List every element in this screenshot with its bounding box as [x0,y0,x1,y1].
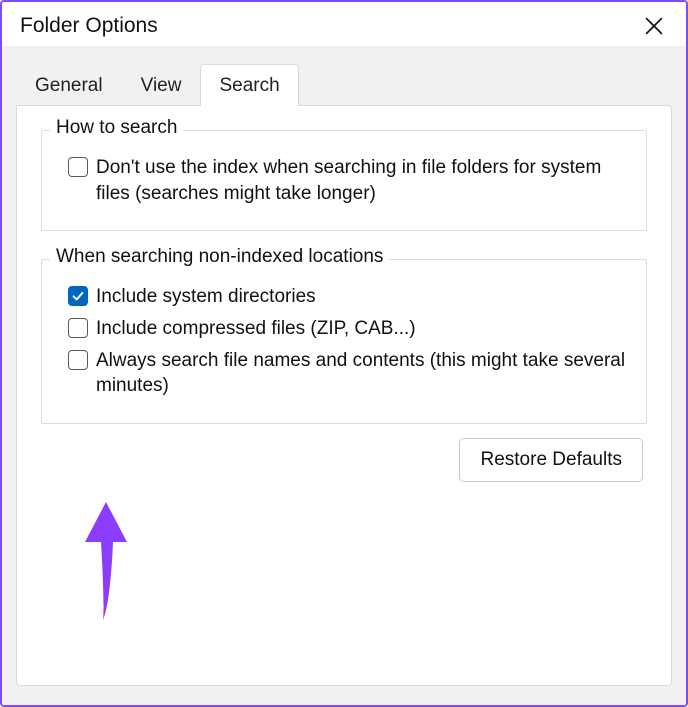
checkbox-contents[interactable] [68,350,88,370]
annotation-arrow [83,502,129,627]
checkbox-compressed[interactable] [68,318,88,338]
arrow-icon [83,502,129,622]
restore-defaults-button[interactable]: Restore Defaults [459,438,643,482]
dialog-title: Folder Options [20,14,158,38]
tab-container: General View Search How to search Don't … [2,46,686,705]
label-contents: Always search file names and contents (t… [96,348,628,399]
tab-strip: General View Search [16,64,672,105]
tab-general[interactable]: General [16,64,122,105]
check-icon [71,289,85,303]
group-how-to-search: How to search Don't use the index when s… [41,130,647,231]
option-no-index: Don't use the index when searching in fi… [68,155,628,206]
dialog-window: Folder Options General View Search How t… [0,0,688,707]
group-legend-nonindexed: When searching non-indexed locations [50,246,389,268]
label-compressed: Include compressed files (ZIP, CAB...) [96,316,416,342]
close-icon [645,17,663,35]
group-legend-how: How to search [50,117,183,139]
close-button[interactable] [640,12,668,40]
label-system-dirs: Include system directories [96,284,316,310]
checkbox-system-dirs[interactable] [68,286,88,306]
option-contents: Always search file names and contents (t… [68,348,628,399]
group-non-indexed: When searching non-indexed locations Inc… [41,259,647,424]
option-compressed: Include compressed files (ZIP, CAB...) [68,316,628,342]
label-no-index: Don't use the index when searching in fi… [96,155,628,206]
tab-view[interactable]: View [122,64,201,105]
tab-panel-search: How to search Don't use the index when s… [16,105,672,686]
option-system-dirs: Include system directories [68,284,628,310]
checkbox-no-index[interactable] [68,157,88,177]
tab-search[interactable]: Search [200,64,298,106]
title-bar: Folder Options [2,2,686,46]
